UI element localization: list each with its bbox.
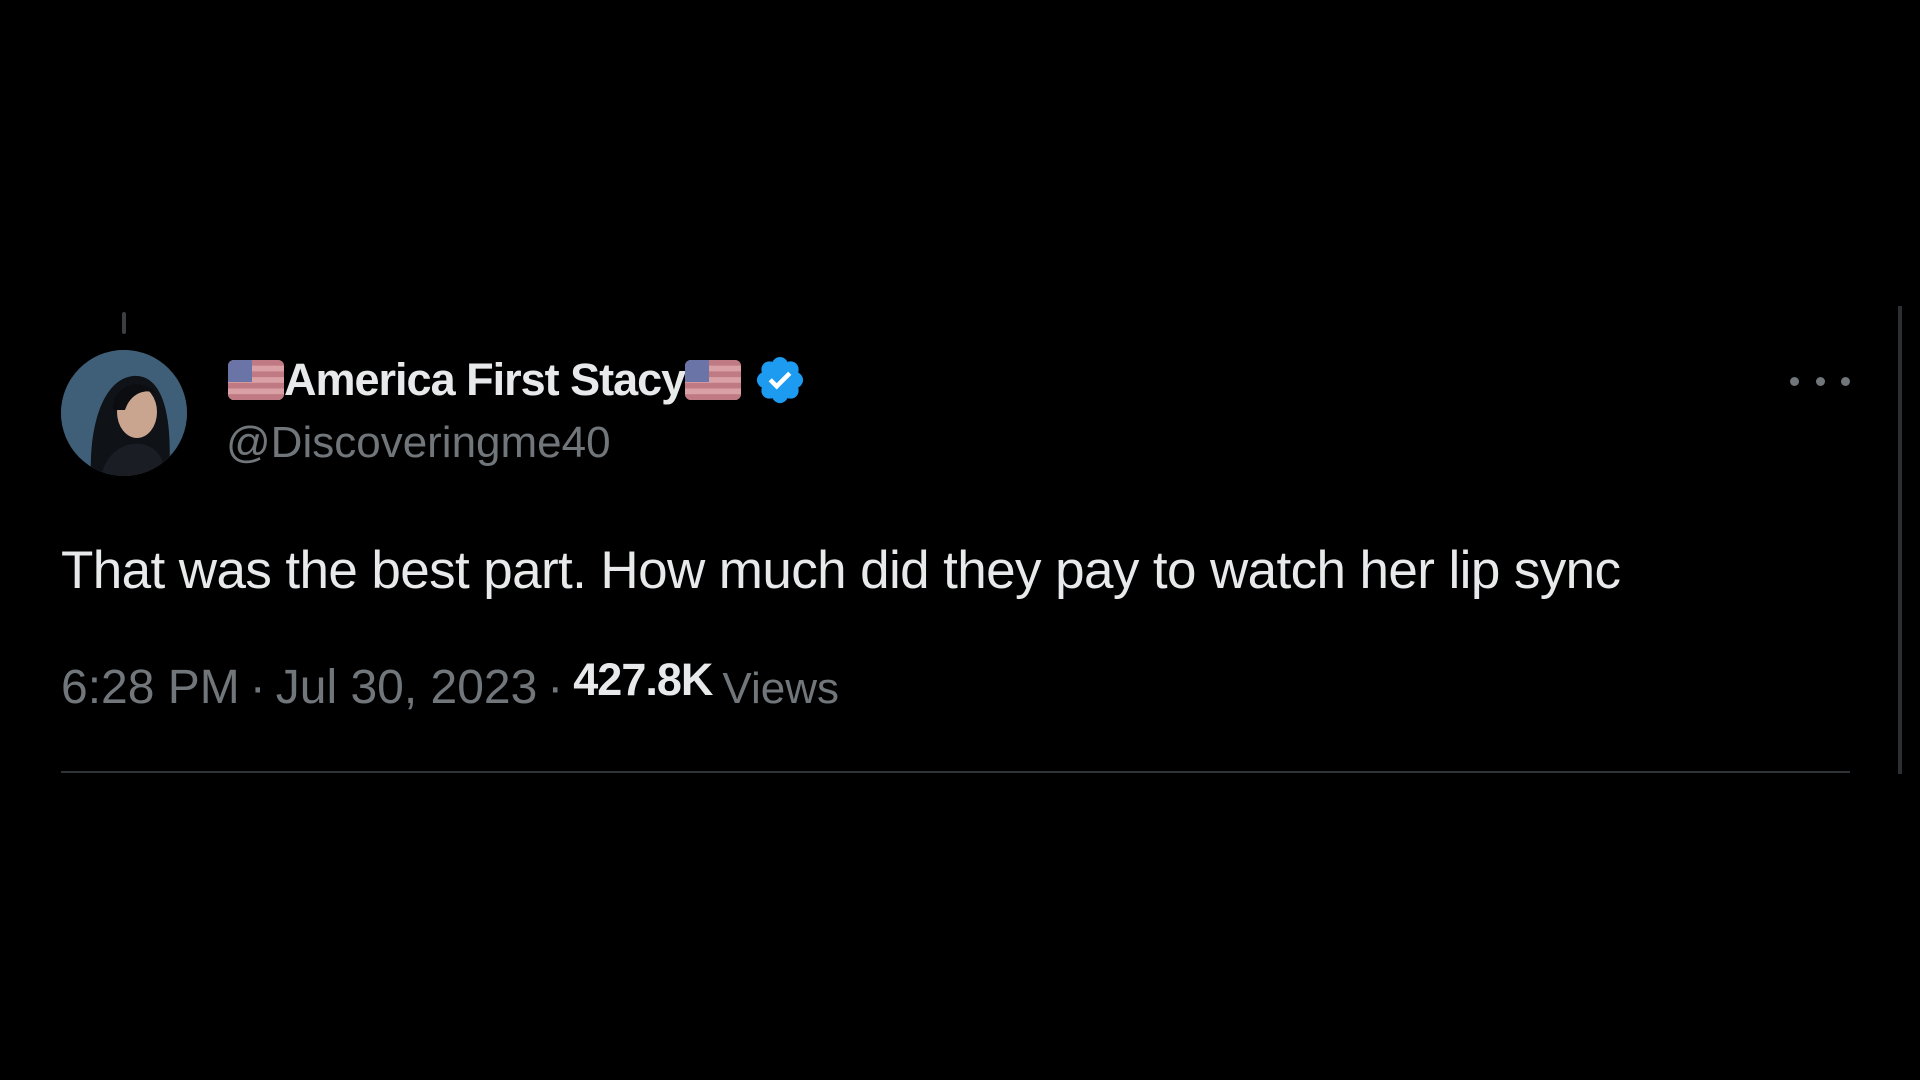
separator: · <box>547 661 564 714</box>
more-options-icon[interactable] <box>1790 366 1850 396</box>
divider <box>61 771 1850 773</box>
author-handle[interactable]: @Discoveringme40 <box>226 418 611 468</box>
tweet-time[interactable]: 6:28 PM <box>61 660 240 715</box>
author-name-row[interactable]: America First Stacy <box>228 352 807 408</box>
verified-badge-icon[interactable] <box>753 353 807 407</box>
us-flag-icon <box>228 360 284 400</box>
dot-icon <box>1815 376 1825 386</box>
panel-border <box>1898 306 1902 774</box>
views-label[interactable]: Views <box>722 664 839 714</box>
tweet-text: That was the best part. How much did the… <box>61 541 1621 600</box>
separator: · <box>249 661 266 714</box>
dot-icon <box>1841 376 1850 386</box>
avatar[interactable] <box>61 350 187 476</box>
tweet-metadata: 6:28 PM · Jul 30, 2023 · 427.8K Views <box>61 654 839 715</box>
thread-connector-line <box>122 312 126 334</box>
us-flag-icon <box>685 360 742 400</box>
tweet-date[interactable]: Jul 30, 2023 <box>276 660 538 715</box>
dot-icon <box>1790 376 1799 386</box>
display-name[interactable]: America First Stacy <box>284 354 686 406</box>
views-count[interactable]: 427.8K <box>573 654 713 706</box>
avatar-photo <box>61 350 187 476</box>
